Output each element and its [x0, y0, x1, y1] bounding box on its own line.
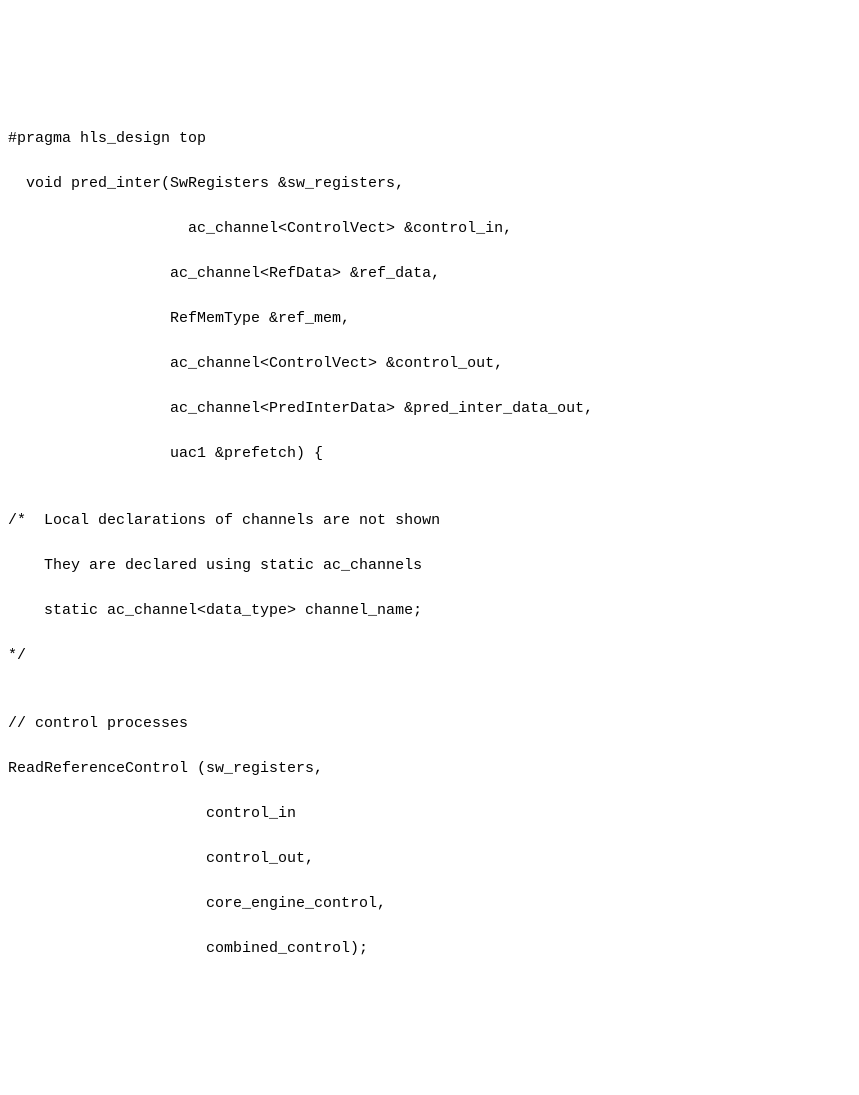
code-line-10: /* Local declarations of channels are no…: [8, 510, 851, 533]
code-line-3: ac_channel<ControlVect> &control_in,: [8, 218, 851, 241]
code-line-2: void pred_inter(SwRegisters &sw_register…: [8, 173, 851, 196]
code-line-13: */: [8, 645, 851, 668]
code-line-1: #pragma hls_design top: [8, 128, 851, 151]
code-line-8: uac1 &prefetch) {: [8, 443, 851, 466]
code-snippet: #pragma hls_design top void pred_inter(S…: [8, 105, 851, 983]
code-line-18: control_out,: [8, 848, 851, 871]
code-line-12: static ac_channel<data_type> channel_nam…: [8, 600, 851, 623]
code-line-7: ac_channel<PredInterData> &pred_inter_da…: [8, 398, 851, 421]
code-line-17: control_in: [8, 803, 851, 826]
code-line-11: They are declared using static ac_channe…: [8, 555, 851, 578]
code-line-5: RefMemType &ref_mem,: [8, 308, 851, 331]
code-line-19: core_engine_control,: [8, 893, 851, 916]
code-line-4: ac_channel<RefData> &ref_data,: [8, 263, 851, 286]
code-line-20: combined_control);: [8, 938, 851, 961]
code-line-15: // control processes: [8, 713, 851, 736]
code-line-6: ac_channel<ControlVect> &control_out,: [8, 353, 851, 376]
code-line-16: ReadReferenceControl (sw_registers,: [8, 758, 851, 781]
